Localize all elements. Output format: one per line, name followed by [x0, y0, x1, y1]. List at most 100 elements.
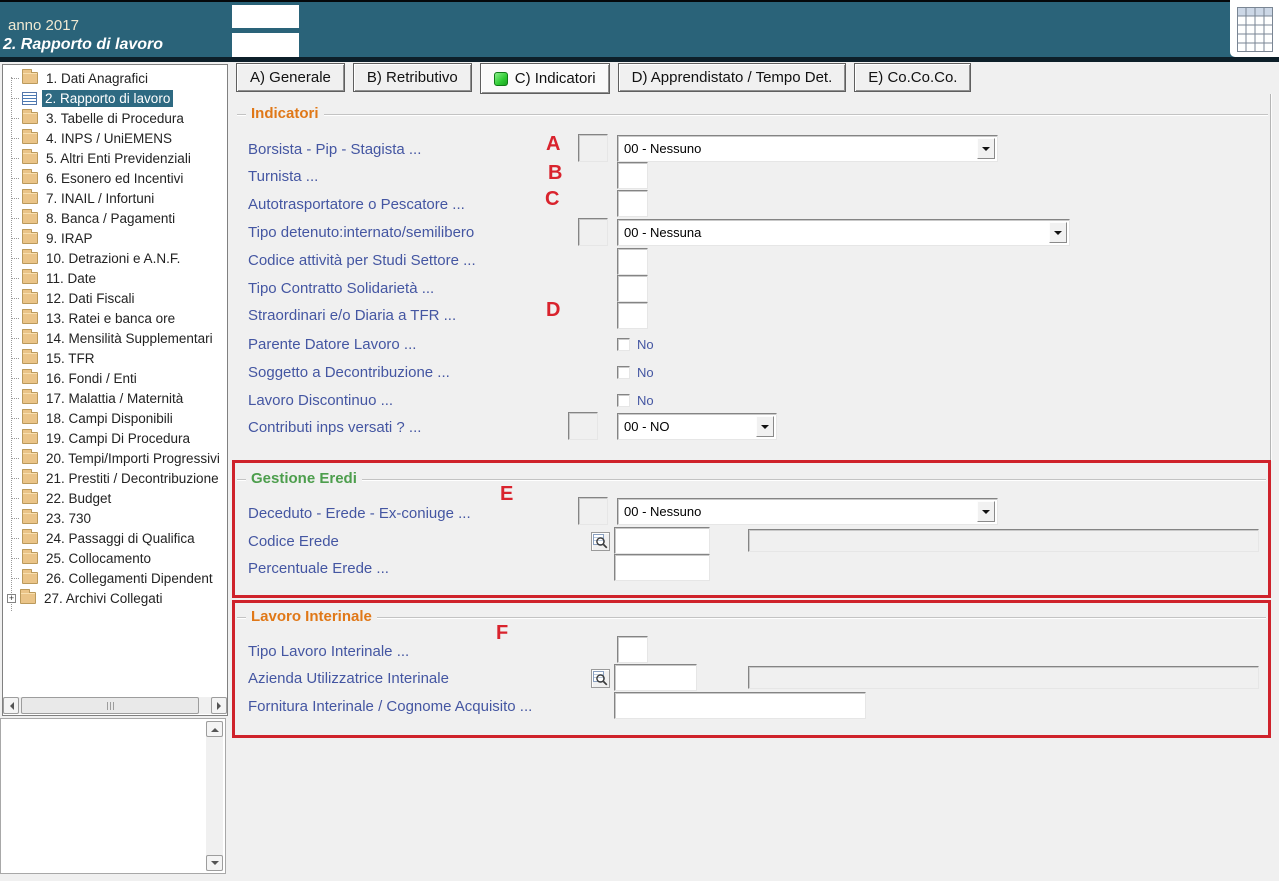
- label-tipo-detenuto: Tipo detenuto:internato/semilibero: [248, 224, 475, 241]
- tree-item[interactable]: 21. Prestiti / Decontribuzione: [3, 468, 227, 488]
- group-border-indicatori: [237, 114, 1268, 116]
- tab-d[interactable]: D) Apprendistato / Tempo Det.: [617, 63, 847, 92]
- tab-a[interactable]: A) Generale: [236, 63, 345, 92]
- tab-e[interactable]: E) Co.Co.Co.: [854, 63, 972, 92]
- contributi-selected-value: 00 - NO: [624, 419, 670, 434]
- grid-view-button[interactable]: [1230, 0, 1279, 57]
- azienda-utilizzatrice-input[interactable]: [614, 664, 697, 691]
- tree-item[interactable]: 20. Tempi/Importi Progressivi: [3, 448, 227, 468]
- tipo-detenuto-code-box[interactable]: [578, 218, 608, 246]
- folder-icon: [22, 209, 38, 224]
- expand-icon[interactable]: +: [7, 593, 16, 603]
- tab-c[interactable]: C) Indicatori: [479, 63, 610, 94]
- contributi-code-box[interactable]: [568, 412, 598, 440]
- tipo-detenuto-select[interactable]: 00 - Nessuna: [617, 219, 1070, 246]
- tree-item-label: 5. Altri Enti Previdenziali: [46, 150, 191, 166]
- tree-item[interactable]: 15. TFR: [3, 348, 227, 368]
- percentuale-erede-input[interactable]: [614, 554, 710, 581]
- header-field-1[interactable]: [232, 5, 299, 28]
- codice-erede-description-field: [748, 529, 1259, 552]
- chevron-down-icon[interactable]: [977, 138, 995, 159]
- deceduto-code-box[interactable]: [578, 497, 608, 525]
- soggetto-checkbox-label: No: [637, 365, 654, 380]
- label-borsista: Borsista - Pip - Stagista ...: [248, 141, 422, 158]
- azienda-lookup-button[interactable]: [591, 669, 610, 688]
- tree-item-label: 27. Archivi Collegati: [44, 590, 163, 606]
- tipo-lavoro-interinale-input[interactable]: [617, 636, 648, 663]
- autotrasportatore-input[interactable]: [617, 190, 648, 217]
- tree-item[interactable]: 11. Date: [3, 268, 227, 288]
- annotation-e: E: [500, 483, 514, 505]
- tree-item-label: 19. Campi Di Procedura: [46, 430, 191, 446]
- notes-panel[interactable]: [0, 718, 226, 874]
- codice-attivita-input[interactable]: [617, 248, 648, 275]
- tree-item[interactable]: 2. Rapporto di lavoro: [3, 88, 227, 108]
- scrollbar-track[interactable]: [19, 697, 211, 714]
- tree-item[interactable]: 7. INAIL / Infortuni: [3, 188, 227, 208]
- codice-erede-input[interactable]: [614, 527, 710, 554]
- tree-item[interactable]: 9. IRAP: [3, 228, 227, 248]
- tree-item[interactable]: 22. Budget: [3, 488, 227, 508]
- tree-item[interactable]: 18. Campi Disponibili: [3, 408, 227, 428]
- chevron-down-icon[interactable]: [756, 416, 774, 437]
- label-tipo-contratto: Tipo Contratto Solidarietà ...: [248, 280, 435, 297]
- scroll-up-icon[interactable]: [206, 721, 223, 737]
- label-contributi: Contributi inps versati ? ...: [248, 419, 422, 436]
- tab-b[interactable]: B) Retributivo: [352, 63, 472, 92]
- tree-connector: [11, 257, 19, 259]
- scroll-down-icon[interactable]: [206, 855, 223, 871]
- tree-item[interactable]: 24. Passaggi di Qualifica: [3, 528, 227, 548]
- deceduto-select[interactable]: 00 - Nessuno: [617, 498, 998, 525]
- parente-checkbox[interactable]: [617, 338, 630, 351]
- tree-item-label: 15. TFR: [46, 350, 95, 366]
- tree-item[interactable]: 4. INPS / UniEMENS: [3, 128, 227, 148]
- scroll-left-icon[interactable]: [3, 697, 19, 714]
- tree-item[interactable]: 6. Esonero ed Incentivi: [3, 168, 227, 188]
- tree-item[interactable]: +27. Archivi Collegati: [3, 588, 227, 608]
- tree-item[interactable]: 3. Tabelle di Procedura: [3, 108, 227, 128]
- turnista-input[interactable]: [617, 162, 648, 189]
- notes-vertical-scrollbar[interactable]: [206, 721, 223, 871]
- header-field-2[interactable]: [232, 33, 299, 57]
- soggetto-checkbox[interactable]: [617, 366, 630, 379]
- tree-item-label: 10. Detrazioni e A.N.F.: [46, 250, 181, 266]
- tree-connector: [11, 217, 19, 219]
- tree-item[interactable]: 14. Mensilità Supplementari: [3, 328, 227, 348]
- tree-item-label: 6. Esonero ed Incentivi: [46, 170, 184, 186]
- tree-connector: [11, 477, 19, 479]
- tree-item[interactable]: 16. Fondi / Enti: [3, 368, 227, 388]
- tree-item[interactable]: 19. Campi Di Procedura: [3, 428, 227, 448]
- tree-item[interactable]: 8. Banca / Pagamenti: [3, 208, 227, 228]
- tipo-contratto-input[interactable]: [617, 275, 648, 302]
- tree-item[interactable]: 23. 730: [3, 508, 227, 528]
- tree-item[interactable]: 26. Collegamenti Dipendent: [3, 568, 227, 588]
- fornitura-interinale-input[interactable]: [614, 692, 866, 719]
- chevron-down-icon[interactable]: [1049, 222, 1067, 243]
- tree-item[interactable]: 5. Altri Enti Previdenziali: [3, 148, 227, 168]
- tree-item[interactable]: 13. Ratei e banca ore: [3, 308, 227, 328]
- borsista-code-box[interactable]: [578, 134, 608, 162]
- codice-erede-lookup-button[interactable]: [591, 532, 610, 551]
- tree-item[interactable]: 10. Detrazioni e A.N.F.: [3, 248, 227, 268]
- tree-item[interactable]: 25. Collocamento: [3, 548, 227, 568]
- borsista-select[interactable]: 00 - Nessuno: [617, 135, 998, 162]
- tree-item[interactable]: 17. Malattia / Maternità: [3, 388, 227, 408]
- folder-icon: [22, 289, 38, 304]
- tree-connector: [11, 77, 19, 79]
- tree-connector: [11, 357, 19, 359]
- tree-item[interactable]: 1. Dati Anagrafici: [3, 68, 227, 88]
- scroll-right-icon[interactable]: [211, 697, 227, 714]
- chevron-down-icon[interactable]: [977, 501, 995, 522]
- straordinari-input[interactable]: [617, 302, 648, 329]
- contributi-select[interactable]: 00 - NO: [617, 413, 777, 440]
- folder-icon: [22, 169, 38, 184]
- tree-connector: [11, 517, 19, 519]
- tree-horizontal-scrollbar[interactable]: [3, 697, 227, 714]
- group-title-lavoro-interinale: Lavoro Interinale: [246, 608, 377, 625]
- tree-item-label: 2. Rapporto di lavoro: [42, 89, 174, 107]
- scrollbar-thumb[interactable]: [21, 697, 199, 714]
- tree-item[interactable]: 12. Dati Fiscali: [3, 288, 227, 308]
- label-turnista: Turnista ...: [248, 168, 319, 185]
- label-codice-erede: Codice Erede: [248, 533, 339, 550]
- lavoro-discontinuo-checkbox[interactable]: [617, 394, 630, 407]
